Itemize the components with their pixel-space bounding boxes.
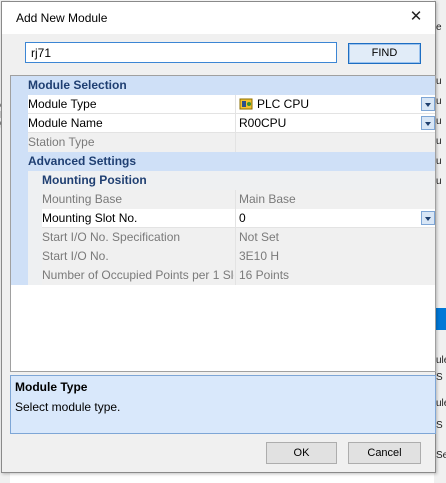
property-label: Number of Occupied Points per 1 Slot [42, 268, 234, 282]
start-io-value: 3E10 H [239, 249, 280, 263]
background-text-fragment: u [436, 136, 442, 147]
property-row-start-io-spec: Start I/O No. Specification Not Set [11, 228, 435, 247]
background-text-fragment: S [436, 372, 443, 383]
property-label: Start I/O No. Specification [42, 230, 181, 244]
background-text-fragment: S [436, 420, 443, 431]
subcategory-mounting-position[interactable]: Mounting Position [11, 171, 435, 190]
module-type-text: PLC CPU [257, 97, 310, 111]
background-text-fragment: u [436, 176, 442, 187]
module-property-grid: Module Selection Module Type PLC CPU Mod… [10, 75, 436, 372]
category-advanced-settings[interactable]: Advanced Settings [11, 152, 435, 171]
category-module-selection[interactable]: Module Selection [11, 76, 435, 95]
description-panel: Module Type Select module type. [10, 375, 436, 434]
background-text-fragment: e [436, 22, 442, 33]
mounting-base-value: Main Base [239, 192, 296, 206]
plc-cpu-icon [239, 98, 253, 110]
description-title: Module Type [15, 380, 88, 394]
add-new-module-dialog: Add New Module ✕ FIND Module Selection M… [1, 1, 436, 473]
background-text-fragment: u [436, 96, 442, 107]
background-text-fragment: u [436, 116, 442, 127]
property-row-module-type[interactable]: Module Type PLC CPU [11, 95, 435, 114]
background-text-fragment: ule [436, 398, 446, 409]
background-text-fragment: u [436, 156, 442, 167]
module-search-input[interactable] [25, 42, 337, 63]
property-label: Mounting Slot No. [42, 211, 138, 225]
property-label: Mounting Base [42, 192, 123, 206]
mounting-slot-value[interactable]: 0 [236, 209, 435, 228]
property-row-module-name[interactable]: Module Name R00CPU [11, 114, 435, 133]
ok-button[interactable]: OK [266, 442, 337, 464]
description-text: Select module type. [15, 400, 121, 414]
background-text-fragment: ule [436, 355, 446, 366]
property-row-mounting-base: Mounting Base Main Base [11, 190, 435, 209]
station-type-value [236, 133, 435, 152]
property-row-occupied-points: Number of Occupied Points per 1 Slot 16 … [11, 266, 435, 285]
dialog-title: Add New Module [16, 11, 108, 25]
background-text-fragment: Se [436, 450, 446, 461]
property-row-mounting-slot[interactable]: Mounting Slot No. 0 [11, 209, 435, 228]
background-text-fragment: u [436, 76, 442, 87]
module-name-value[interactable]: R00CPU [236, 114, 435, 133]
property-row-station-type: Station Type [11, 133, 435, 152]
property-row-start-io: Start I/O No. 3E10 H [11, 247, 435, 266]
property-label: Module Name [28, 116, 103, 130]
mounting-slot-dropdown-button[interactable] [421, 211, 435, 225]
cancel-button[interactable]: Cancel [348, 442, 421, 464]
module-type-value[interactable]: PLC CPU [236, 95, 435, 114]
title-bar[interactable]: Add New Module ✕ [2, 2, 435, 34]
subcategory-label: Mounting Position [42, 173, 147, 187]
category-label: Module Selection [28, 78, 127, 92]
start-io-spec-value: Not Set [239, 230, 280, 244]
find-button[interactable]: FIND [348, 43, 421, 64]
module-type-dropdown-button[interactable] [421, 97, 435, 111]
module-name-dropdown-button[interactable] [421, 116, 435, 130]
property-label: Start I/O No. [42, 249, 109, 263]
occupied-points-value: 16 Points [239, 268, 290, 282]
property-label: Module Type [28, 97, 97, 111]
category-label: Advanced Settings [28, 154, 137, 168]
close-icon[interactable]: ✕ [407, 8, 425, 26]
property-label: Station Type [28, 135, 95, 149]
